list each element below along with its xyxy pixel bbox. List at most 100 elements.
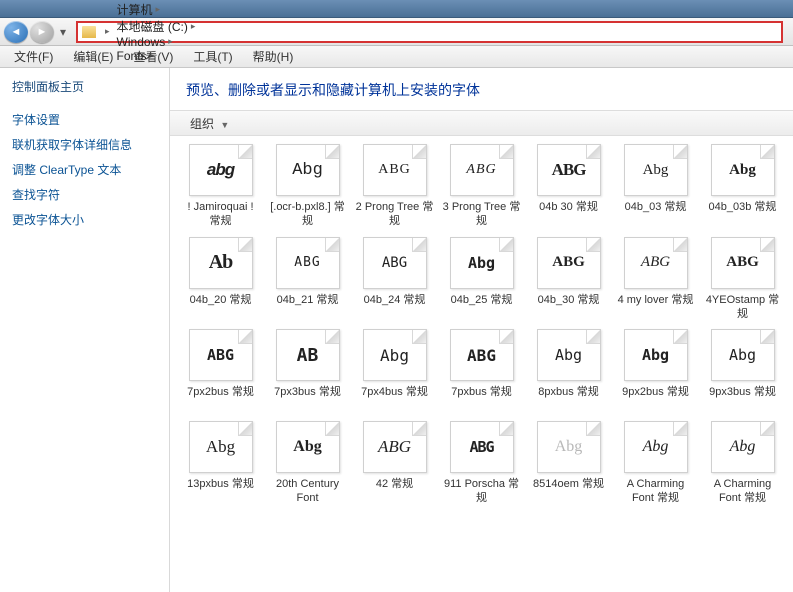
breadcrumb-item[interactable]: Windows▸ xyxy=(115,35,201,49)
font-item[interactable]: Abg7px4bus 常规 xyxy=(354,329,435,413)
page-fold-icon xyxy=(760,330,774,344)
font-sample-text: ABG xyxy=(378,162,411,178)
page-fold-icon xyxy=(499,145,513,159)
font-preview-tile: ABG xyxy=(363,237,427,289)
font-item[interactable]: Abg8pxbus 常规 xyxy=(528,329,609,413)
font-name-label: 04b_30 常规 xyxy=(538,293,600,321)
font-item[interactable]: Abg 9px2bus 常规 xyxy=(615,329,696,413)
font-preview-tile: Abg xyxy=(711,144,775,196)
page-fold-icon xyxy=(586,330,600,344)
page-title: 预览、删除或者显示和隐藏计算机上安装的字体 xyxy=(170,68,793,110)
font-preview-tile: Abg xyxy=(276,421,340,473)
page-fold-icon xyxy=(673,330,687,344)
font-sample-text: Abg xyxy=(206,437,235,457)
menu-item[interactable]: 帮助(H) xyxy=(243,48,304,66)
font-name-label: 04b 30 常规 xyxy=(539,200,598,228)
font-item[interactable]: Abg 20th Century Font xyxy=(267,421,348,506)
font-item[interactable]: ABG3 Prong Tree 常规 xyxy=(441,144,522,229)
font-item[interactable]: AB7px3bus 常规 xyxy=(267,329,348,413)
font-preview-tile: Abg xyxy=(189,421,253,473)
page-fold-icon xyxy=(238,330,252,344)
font-preview-tile: ABG xyxy=(450,329,514,381)
navigation-bar: ◄ ► ▾ ▸ 计算机▸本地磁盘 (C:)▸Windows▸Fonts▸ xyxy=(0,18,793,46)
toolbar: 组织 ▼ xyxy=(170,110,793,136)
sidebar-link[interactable]: 查找字符 xyxy=(12,182,157,207)
font-item[interactable]: ABG04b_30 常规 xyxy=(528,237,609,322)
menu-item[interactable]: 查看(V) xyxy=(123,48,183,66)
menu-item[interactable]: 文件(F) xyxy=(4,48,63,66)
page-fold-icon xyxy=(673,422,687,436)
font-name-label: 20th Century Font xyxy=(268,477,348,506)
sidebar-link[interactable]: 联机获取字体详细信息 xyxy=(12,132,157,157)
font-item[interactable]: Abg04b_03b 常规 xyxy=(702,144,783,229)
page-fold-icon xyxy=(760,238,774,252)
breadcrumb-root-arrow[interactable]: ▸ xyxy=(100,26,115,37)
font-item[interactable]: Abg8514oem 常规 xyxy=(528,421,609,506)
font-item[interactable]: ABG 04b 30 常规 xyxy=(528,144,609,229)
font-item[interactable]: abg! Jamiroquai ! 常规 xyxy=(180,144,261,229)
menu-item[interactable]: 工具(T) xyxy=(183,48,242,66)
page-fold-icon xyxy=(325,422,339,436)
font-item[interactable]: Abg9px3bus 常规 xyxy=(702,329,783,413)
back-button[interactable]: ◄ xyxy=(4,21,28,43)
font-preview-tile: ABG xyxy=(363,144,427,196)
font-item[interactable]: Abg[.ocr-b.pxl8.] 常规 xyxy=(267,144,348,229)
font-preview-tile: ABG xyxy=(537,144,601,196)
font-preview-tile: Abg xyxy=(711,421,775,473)
font-item[interactable]: ABG911 Porscha 常规 xyxy=(441,421,522,506)
font-sample-text: AB xyxy=(297,345,319,366)
page-fold-icon xyxy=(673,145,687,159)
forward-button[interactable]: ► xyxy=(30,21,54,43)
font-item[interactable]: Ab 04b_20 常规 xyxy=(180,237,261,322)
content-area: 控制面板主页 字体设置联机获取字体详细信息调整 ClearType 文本查找字符… xyxy=(0,68,793,592)
font-item[interactable]: ABG7pxbus 常规 xyxy=(441,329,522,413)
sidebar-link[interactable]: 调整 ClearType 文本 xyxy=(12,157,157,182)
page-fold-icon xyxy=(673,238,687,252)
font-name-label: 8514oem 常规 xyxy=(533,477,604,505)
font-name-label: 9px2bus 常规 xyxy=(622,385,689,413)
breadcrumb[interactable]: ▸ 计算机▸本地磁盘 (C:)▸Windows▸Fonts▸ xyxy=(76,21,783,43)
font-item[interactable]: AbgA Charming Font 常规 xyxy=(615,421,696,506)
font-item[interactable]: Abg 04b_25 常规 xyxy=(441,237,522,322)
organize-button[interactable]: 组织 ▼ xyxy=(180,113,239,134)
page-fold-icon xyxy=(760,422,774,436)
font-name-label: 42 常规 xyxy=(376,477,413,505)
font-sample-text: Abg xyxy=(293,438,321,456)
page-fold-icon xyxy=(325,330,339,344)
breadcrumb-item[interactable]: 计算机▸ xyxy=(115,1,201,18)
font-preview-tile: ABG xyxy=(276,237,340,289)
font-preview-tile: ABG xyxy=(450,421,514,473)
font-item[interactable]: ABG4YEOstamp 常规 xyxy=(702,237,783,322)
breadcrumb-item[interactable]: 本地磁盘 (C:)▸ xyxy=(115,18,201,35)
font-item[interactable]: ABG04b_21 常规 xyxy=(267,237,348,322)
font-sample-text: ABG xyxy=(552,160,586,180)
chevron-right-icon: ▸ xyxy=(191,21,196,32)
sidebar-link[interactable]: 更改字体大小 xyxy=(12,207,157,232)
font-sample-text: abg xyxy=(207,160,234,180)
font-preview-tile: AB xyxy=(276,329,340,381)
font-name-label: A Charming Font 常规 xyxy=(616,477,696,506)
page-fold-icon xyxy=(325,145,339,159)
font-preview-tile: Abg xyxy=(624,144,688,196)
font-item[interactable]: Abg04b_03 常规 xyxy=(615,144,696,229)
font-sample-text: Abg xyxy=(468,254,495,272)
menu-item[interactable]: 编辑(E) xyxy=(63,48,123,66)
font-item[interactable]: ABG2 Prong Tree 常规 xyxy=(354,144,435,229)
font-name-label: 04b_25 常规 xyxy=(451,293,513,321)
font-name-label: 04b_20 常规 xyxy=(190,293,252,321)
font-sample-text: Ab xyxy=(209,251,233,274)
font-item[interactable]: ABG7px2bus 常规 xyxy=(180,329,261,413)
font-item[interactable]: ABG42 常规 xyxy=(354,421,435,506)
page-fold-icon xyxy=(412,422,426,436)
font-sample-text: Abg xyxy=(642,346,669,364)
font-item[interactable]: ABG04b_24 常规 xyxy=(354,237,435,322)
font-item[interactable]: Abg13pxbus 常规 xyxy=(180,421,261,506)
sidebar-link[interactable]: 字体设置 xyxy=(12,107,157,132)
font-sample-text: Abg xyxy=(292,161,323,180)
font-grid: abg! Jamiroquai ! 常规Abg[.ocr-b.pxl8.] 常规… xyxy=(170,136,793,592)
font-item[interactable]: AbgA Charming Font 常规 xyxy=(702,421,783,506)
nav-history-dropdown[interactable]: ▾ xyxy=(56,21,70,43)
font-preview-tile: ABG xyxy=(189,329,253,381)
font-sample-text: ABG xyxy=(207,346,234,364)
font-item[interactable]: ABG4 my lover 常规 xyxy=(615,237,696,322)
